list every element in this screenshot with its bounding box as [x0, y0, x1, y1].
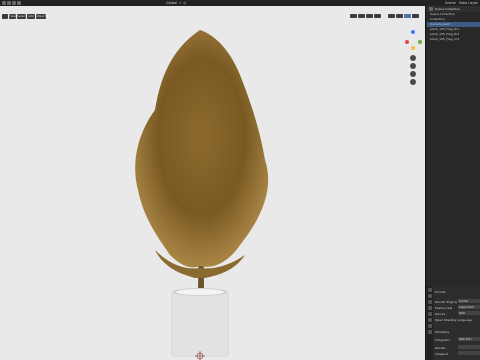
potted-plant-render — [135, 30, 269, 360]
viewport-samples-label: Viewport — [435, 352, 449, 356]
device-select[interactable]: GPU — [458, 311, 480, 315]
view-layer-select[interactable]: View Layer — [459, 1, 478, 5]
canopy — [135, 30, 269, 268]
integrator-select[interactable]: Path Trac — [458, 337, 480, 341]
outliner-title: Scene Collection — [435, 7, 460, 11]
render-menu-icon[interactable] — [17, 1, 21, 5]
editor-menu — [2, 1, 21, 5]
output-tab-icon[interactable] — [428, 300, 432, 304]
xray-icon[interactable] — [374, 14, 381, 18]
sampling-section[interactable]: Sampling — [435, 330, 449, 334]
3d-viewport[interactable]: View Select Add Object — [0, 6, 425, 360]
material-shading-icon[interactable] — [412, 14, 419, 18]
menu-add[interactable]: Add — [27, 14, 35, 19]
proportional-edit-icon[interactable]: ◎ — [183, 1, 186, 5]
gizmo-x-axis — [405, 40, 409, 44]
pot-pebbles — [176, 289, 224, 295]
render-engine-label: Render Engine — [435, 300, 457, 304]
pan-icon — [410, 63, 416, 69]
render-engine-select[interactable]: Cycles — [458, 299, 480, 303]
zoom-icon — [410, 55, 416, 61]
properties-section: Format — [435, 290, 446, 294]
viewport-samples-field[interactable] — [458, 351, 480, 355]
outliner-item[interactable]: plant_105_Flag_rnd — [427, 37, 480, 42]
render-samples-field[interactable] — [458, 345, 480, 349]
gizmo-toggle-icon[interactable] — [358, 14, 365, 18]
gizmo-neg-axis — [411, 46, 415, 50]
device-label: Device — [435, 312, 446, 316]
editor-type-icon[interactable] — [2, 14, 8, 19]
blender-icon[interactable] — [2, 1, 6, 5]
shading-buttons — [388, 14, 419, 18]
scene-tab-icon[interactable] — [428, 312, 432, 316]
view-layer-tab-icon[interactable] — [428, 306, 432, 310]
menu-select[interactable]: Select — [17, 14, 26, 19]
outliner[interactable]: Scene Collection Scene Collection Collec… — [427, 6, 480, 284]
properties-tabs — [427, 286, 433, 360]
filter-icon[interactable] — [429, 7, 433, 11]
menu-view[interactable]: View — [9, 14, 16, 19]
visibility-icon[interactable] — [350, 14, 357, 18]
integrator-label: Integrator — [435, 338, 451, 342]
feature-set-select[interactable]: Supported — [458, 305, 480, 309]
top-right: Scene View Layer — [445, 1, 478, 5]
perspective-toggle-icon — [410, 79, 416, 85]
solid-shading-icon[interactable] — [396, 14, 403, 18]
feature-set-label: Feature Set — [435, 306, 453, 310]
file-menu-icon[interactable] — [7, 1, 11, 5]
modifier-tab-icon[interactable] — [428, 330, 432, 334]
navigation-gizmo[interactable] — [403, 20, 423, 90]
properties-editor[interactable]: Format Render Engine Cycles Feature Set … — [427, 286, 480, 360]
camera-view-icon — [410, 71, 416, 77]
menu-object[interactable]: Object — [36, 14, 46, 19]
world-tab-icon[interactable] — [428, 318, 432, 322]
gizmo-y-axis — [418, 40, 422, 44]
pot — [171, 291, 229, 357]
viewport-header-center: Global ⌖ ◎ — [166, 1, 186, 5]
rendered-shading-icon[interactable] — [404, 14, 411, 18]
scene-select[interactable]: Scene — [445, 1, 456, 5]
gizmo-z-axis — [411, 30, 415, 34]
render-samples-label: Render — [435, 346, 446, 350]
wireframe-shading-icon[interactable] — [388, 14, 395, 18]
snap-icon[interactable]: ⌖ — [179, 1, 181, 5]
transform-orientation-select[interactable]: Global — [166, 1, 177, 5]
object-tab-icon[interactable] — [428, 324, 432, 328]
overlay-toggles — [350, 14, 381, 18]
right-panels: Scene Collection Scene Collection Collec… — [425, 6, 480, 360]
overlay-toggle-icon[interactable] — [366, 14, 373, 18]
osl-label: Open Shading Language — [435, 318, 472, 322]
tool-tab-icon[interactable] — [428, 288, 432, 292]
edit-menu-icon[interactable] — [12, 1, 16, 5]
render-tab-icon[interactable] — [428, 294, 432, 298]
